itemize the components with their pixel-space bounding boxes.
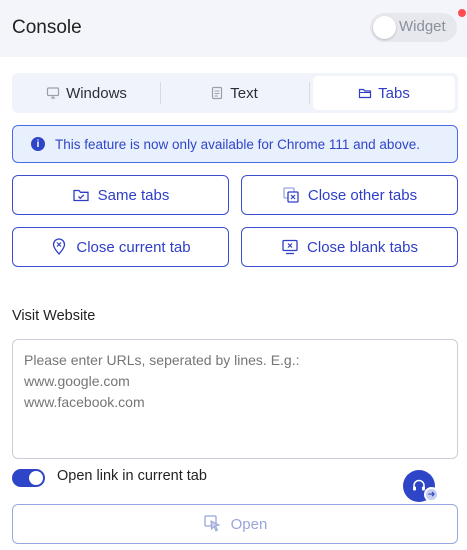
monitor-close-icon — [282, 239, 298, 255]
tab-windows[interactable]: Windows — [15, 76, 158, 110]
close-other-tabs-button[interactable]: Close other tabs — [241, 175, 458, 215]
switch-knob — [29, 471, 43, 485]
tab-text[interactable]: Text — [162, 76, 306, 110]
info-icon: i — [31, 137, 45, 151]
location-close-icon — [53, 238, 66, 255]
arrow-right-icon: ➜ — [424, 487, 439, 502]
close-other-tabs-label: Close other tabs — [307, 186, 418, 204]
info-notice: i This feature is now only available for… — [12, 125, 458, 163]
close-current-tab-button[interactable]: Close current tab — [12, 227, 229, 267]
folder-check-icon — [72, 189, 89, 202]
cursor-window-icon — [203, 515, 221, 532]
window-stack-close-icon — [283, 187, 299, 203]
urls-input[interactable] — [12, 339, 458, 459]
tab-divider — [309, 82, 310, 104]
close-blank-tabs-button[interactable]: Close blank tabs — [241, 227, 458, 267]
close-blank-tabs-label: Close blank tabs — [307, 238, 418, 256]
same-tabs-button[interactable]: Same tabs — [12, 175, 229, 215]
same-tabs-label: Same tabs — [97, 186, 170, 204]
tab-windows-label: Windows — [66, 84, 127, 102]
tab-divider — [160, 82, 161, 104]
notice-text: This feature is now only available for C… — [55, 136, 420, 152]
notification-dot — [458, 9, 466, 17]
visit-website-label: Visit Website — [12, 308, 96, 324]
tab-tabs-label: Tabs — [378, 84, 410, 102]
widget-toggle[interactable]: Widget — [370, 13, 457, 42]
tab-bar: Windows Text Tabs — [12, 73, 458, 113]
open-current-tab-switch[interactable] — [12, 469, 45, 487]
document-icon — [212, 86, 223, 100]
folder-icon — [359, 88, 372, 99]
open-current-tab-label: Open link in current tab — [57, 468, 207, 484]
close-current-tab-label: Close current tab — [76, 238, 191, 256]
header: Console Widget — [0, 0, 467, 57]
monitor-icon — [46, 87, 60, 99]
widget-toggle-label: Widget — [399, 18, 446, 35]
tab-text-label: Text — [230, 84, 258, 102]
tab-tabs[interactable]: Tabs — [313, 76, 455, 110]
widget-toggle-knob — [373, 16, 396, 39]
page-title: Console — [12, 17, 82, 38]
open-button[interactable]: Open — [12, 504, 458, 544]
open-button-label: Open — [230, 515, 268, 533]
